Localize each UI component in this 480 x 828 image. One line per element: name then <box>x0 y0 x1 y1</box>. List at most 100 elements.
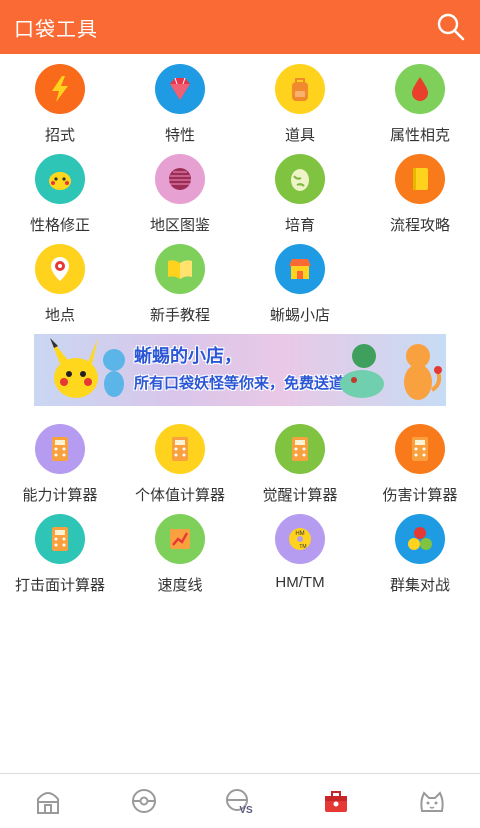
chart-up-icon <box>170 529 190 549</box>
shop-banner[interactable]: 蜥蜴的小店， 所有口袋妖怪等你来，免费送道具 <box>34 334 446 406</box>
tool-item-icon-circle <box>395 154 445 204</box>
calculator-item-4[interactable]: 打击面计算器 <box>0 510 120 600</box>
tool-item-icon-circle <box>155 244 205 294</box>
calculator-item-label: 打击面计算器 <box>14 577 105 594</box>
tool-item-icon-circle <box>155 64 205 114</box>
tab-toolbox[interactable] <box>288 774 384 828</box>
tool-item-label: 地点 <box>44 307 75 324</box>
tool-item-icon-circle <box>35 244 85 294</box>
tool-item-label: 蜥蜴小店 <box>269 307 330 324</box>
tool-item-7[interactable]: 流程攻略 <box>360 150 480 240</box>
tab-cat-face[interactable] <box>384 774 480 828</box>
calculator-item-2[interactable]: 觉醒计算器 <box>240 420 360 510</box>
app-header: 口袋工具 <box>0 0 480 54</box>
tool-item-3[interactable]: 属性相克 <box>360 60 480 150</box>
shop-icon <box>289 259 311 279</box>
book-icon <box>413 168 428 190</box>
lightning-icon <box>52 76 68 102</box>
tool-item-label: 培育 <box>284 217 315 234</box>
calculator-item-label: 个体值计算器 <box>134 487 225 504</box>
calculator-item-icon-circle <box>155 424 205 474</box>
tool-item-icon-circle <box>275 244 325 294</box>
calculators-grid: 能力计算器 个体值计算器 觉醒计算器 伤害计算器打击面计算器 速度线 HM TM HM/TM 群… <box>0 420 480 600</box>
balls-icon <box>408 527 432 550</box>
vs-icon: VS <box>226 789 253 816</box>
search-icon[interactable] <box>436 12 466 42</box>
calculator-item-icon-circle: HM TM <box>275 514 325 564</box>
calculator-item-label: 觉醒计算器 <box>262 487 338 504</box>
calculator-item-7[interactable]: 群集对战 <box>360 510 480 600</box>
svg-text:HM: HM <box>295 531 304 537</box>
tool-item-label: 招式 <box>44 127 75 144</box>
calculator-item-6[interactable]: HM TM HM/TM <box>240 510 360 600</box>
pikachu-face-icon <box>49 172 71 190</box>
bulbasaur-charmander-image <box>340 344 442 400</box>
tool-item-0[interactable]: 招式 <box>0 60 120 150</box>
tool-item-label: 地区图鉴 <box>149 217 210 234</box>
calculator-item-label: 伤害计算器 <box>382 487 458 504</box>
egg-icon <box>291 169 309 191</box>
tool-item-9[interactable]: 新手教程 <box>120 240 240 330</box>
calculator-icon <box>52 527 68 551</box>
calculator-item-label: 群集对战 <box>389 577 450 594</box>
gem-icon <box>170 77 190 100</box>
tab-home[interactable] <box>0 774 96 828</box>
home-icon <box>37 792 59 814</box>
tab-vs[interactable]: VS <box>192 774 288 828</box>
calculator-item-label: 能力计算器 <box>22 487 98 504</box>
tool-item-1[interactable]: 特性 <box>120 60 240 150</box>
tool-item-icon-circle <box>275 154 325 204</box>
tool-item-label: 特性 <box>164 127 195 144</box>
tool-item-4[interactable]: 性格修正 <box>0 150 120 240</box>
globe-icon <box>169 168 191 190</box>
pikachu-image <box>50 338 125 398</box>
backpack-icon <box>292 78 308 101</box>
calculator-item-label: HM/TM <box>275 574 325 591</box>
calculator-item-icon-circle <box>395 424 445 474</box>
tool-item-label: 属性相克 <box>389 127 450 144</box>
tool-item-label: 流程攻略 <box>389 217 450 234</box>
tool-item-label: 性格修正 <box>29 217 90 234</box>
svg-text:VS: VS <box>239 805 253 816</box>
tab-pokeball[interactable] <box>96 774 192 828</box>
calculator-item-label: 速度线 <box>157 577 203 594</box>
open-book-icon <box>168 260 192 279</box>
calculator-item-1[interactable]: 个体值计算器 <box>120 420 240 510</box>
tool-item-icon-circle <box>35 154 85 204</box>
calculator-icon <box>412 437 428 461</box>
calculator-item-3[interactable]: 伤害计算器 <box>360 420 480 510</box>
pokeball-icon <box>132 789 156 813</box>
tool-item-icon-circle <box>155 154 205 204</box>
water-drop-icon <box>412 77 428 101</box>
tool-item-5[interactable]: 地区图鉴 <box>120 150 240 240</box>
tool-item-icon-circle <box>35 64 85 114</box>
tools-grid: 招式 特性 道具 属性相克性格修正 地区图鉴 培育 流程攻略地点 新手教程 蜥蜴小店 <box>0 60 480 330</box>
tool-item-8[interactable]: 地点 <box>0 240 120 330</box>
calculator-icon <box>292 437 308 461</box>
calculator-item-icon-circle <box>35 424 85 474</box>
tool-item-icon-circle <box>395 64 445 114</box>
calculator-item-icon-circle <box>395 514 445 564</box>
toolbox-icon <box>325 791 347 812</box>
tool-item-label: 道具 <box>284 127 315 144</box>
cat-face-icon <box>420 791 444 812</box>
calculator-item-5[interactable]: 速度线 <box>120 510 240 600</box>
tool-item-6[interactable]: 培育 <box>240 150 360 240</box>
tool-item-icon-circle <box>275 64 325 114</box>
svg-text:TM: TM <box>299 544 306 550</box>
calculator-item-icon-circle <box>275 424 325 474</box>
bottom-tab-bar: VS <box>0 773 480 828</box>
calculator-item-0[interactable]: 能力计算器 <box>0 420 120 510</box>
tool-item-label: 新手教程 <box>149 307 210 324</box>
calculator-item-icon-circle <box>35 514 85 564</box>
tool-item-2[interactable]: 道具 <box>240 60 360 150</box>
tool-item-10[interactable]: 蜥蜴小店 <box>240 240 360 330</box>
disc-icon: HM TM <box>289 528 311 550</box>
calculator-item-icon-circle <box>155 514 205 564</box>
calculator-icon <box>52 437 68 461</box>
banner-subtitle: 所有口袋妖怪等你来，免费送道具 <box>134 375 360 392</box>
banner-headline: 蜥蜴的小店， <box>134 346 242 366</box>
location-pin-icon <box>51 257 69 281</box>
page-title: 口袋工具 <box>14 18 98 41</box>
calculator-icon <box>172 437 188 461</box>
